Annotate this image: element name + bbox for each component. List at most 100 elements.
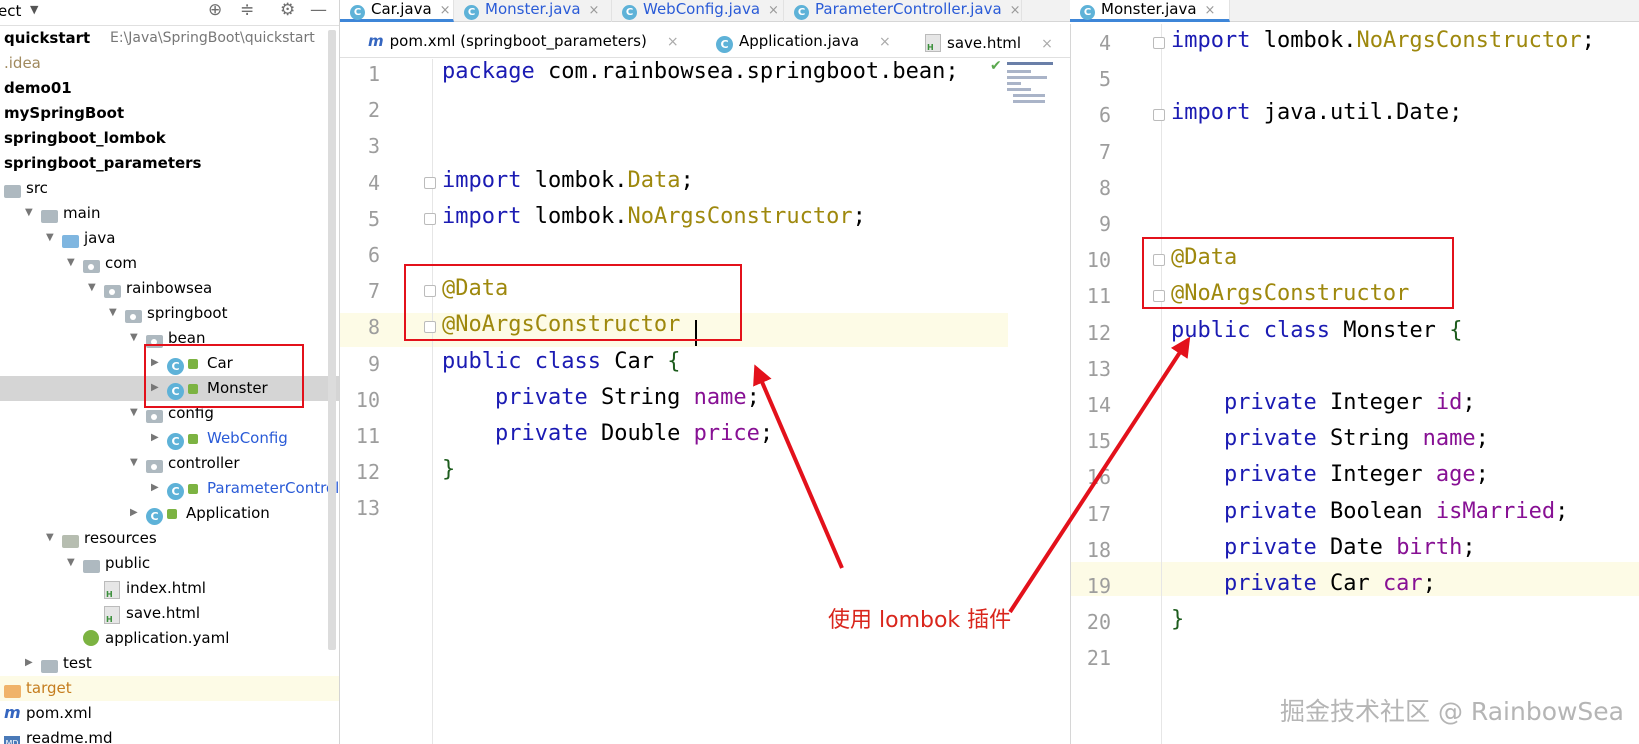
expand-arrow-icon[interactable]: ▼	[130, 401, 142, 425]
code-line[interactable]: private Integer id;	[1171, 390, 1476, 415]
tree-item-rainbowsea[interactable]: ▼ rainbowsea	[0, 276, 339, 301]
fold-marker-icon[interactable]	[1153, 37, 1165, 49]
fold-marker-icon[interactable]	[1153, 109, 1165, 122]
tree-scrollbar[interactable]	[328, 30, 336, 650]
editor-tab-bar-left: C Car.java × C Monster.java × C WebConfig.java ×…	[340, 0, 1070, 22]
close-icon[interactable]: ×	[1010, 3, 1021, 18]
tree-item-label: resources	[84, 529, 157, 547]
code-minimap[interactable]	[1007, 62, 1063, 108]
tree-item-target[interactable]: target	[0, 676, 339, 701]
tab-webconfig-java[interactable]: C WebConfig.java ×	[612, 0, 784, 22]
expand-arrow-icon[interactable]: ▼	[46, 226, 58, 250]
code-line[interactable]: }	[442, 457, 455, 482]
line-number: 7	[1098, 139, 1111, 164]
tree-item-src[interactable]: src	[0, 176, 339, 201]
tree-item-springboot-lombok[interactable]: springboot_lombok	[0, 126, 339, 151]
tree-item--idea[interactable]: .idea	[0, 51, 339, 76]
close-icon[interactable]: ×	[667, 34, 679, 50]
tree-item-test[interactable]: ▶ test	[0, 651, 339, 676]
collapse-arrow-icon[interactable]: ▶	[151, 476, 163, 500]
close-icon[interactable]: ×	[589, 3, 600, 18]
collapse-arrow-icon[interactable]: ▶	[151, 426, 163, 450]
minimize-icon[interactable]: —	[310, 0, 327, 20]
expand-arrow-icon[interactable]: ▼	[67, 551, 79, 575]
maven-icon: m	[4, 703, 21, 722]
crosshair-icon[interactable]: ⊕	[208, 0, 222, 20]
tree-item-demo01[interactable]: demo01	[0, 76, 339, 101]
tab-application-java[interactable]: C Application.java ×	[716, 32, 891, 53]
code-line[interactable]: private String name;	[1171, 426, 1489, 451]
expand-arrow-icon[interactable]: ▼	[88, 276, 100, 300]
close-icon[interactable]: ×	[768, 3, 779, 18]
tab-save-html[interactable]: Hsave.html ×	[925, 32, 1053, 52]
annotation-note: 使用 lombok 插件	[828, 608, 1012, 633]
tab-monster-java[interactable]: C Monster.java ×	[454, 0, 612, 22]
code-line[interactable]: public class Car {	[442, 349, 680, 374]
collapse-icon[interactable]: ≑	[240, 0, 254, 20]
tree-item-public[interactable]: ▼ public	[0, 551, 339, 576]
tree-item-label: springboot_lombok	[4, 129, 166, 147]
tree-item-pom-xml[interactable]: m pom.xml	[0, 701, 339, 726]
class-icon: C	[622, 5, 637, 20]
code-line[interactable]: package com.rainbowsea.springboot.bean;	[442, 59, 959, 84]
tree-item-springboot[interactable]: ▼ springboot	[0, 301, 339, 326]
class-icon: C	[167, 476, 198, 500]
tree-item-readme-md[interactable]: MD readme.md	[0, 726, 339, 744]
tab-label: WebConfig.java	[643, 0, 761, 18]
code-line[interactable]: private Date birth;	[1171, 535, 1476, 560]
editor-monster-java[interactable]: 4 import lombok.NoArgsConstructor; 5 6 impor…	[1070, 24, 1639, 744]
tree-item-save-html[interactable]: Hsave.html	[0, 601, 339, 626]
tree-item-parametercontrolle[interactable]: ▶ C ParameterControlle	[0, 476, 339, 501]
tree-item-index-html[interactable]: Hindex.html	[0, 576, 339, 601]
collapse-arrow-icon[interactable]: ▶	[25, 651, 37, 675]
collapse-arrow-icon[interactable]: ▶	[130, 501, 142, 525]
gear-icon[interactable]: ⚙	[280, 0, 295, 20]
tree-item-java[interactable]: ▼ java	[0, 226, 339, 251]
project-view-title[interactable]: ect	[0, 2, 21, 20]
close-icon[interactable]: ×	[440, 3, 451, 18]
chevron-down-icon[interactable]: ▼	[30, 3, 38, 16]
editor-car-java[interactable]: 1 package com.rainbowsea.springboot.bean;…	[340, 59, 1070, 744]
tree-item-main[interactable]: ▼ main	[0, 201, 339, 226]
expand-arrow-icon[interactable]: ▼	[67, 251, 79, 275]
tree-item-quickstart[interactable]: quickstart E:\Java\SpringBoot\quickstart	[0, 26, 339, 51]
expand-arrow-icon[interactable]: ▼	[130, 326, 142, 350]
code-line[interactable]: private String name;	[442, 385, 760, 410]
code-line[interactable]: import lombok.NoArgsConstructor;	[1171, 28, 1595, 53]
fold-marker-icon[interactable]	[424, 176, 436, 189]
tree-item-myspringboot[interactable]: mySpringBoot	[0, 101, 339, 126]
close-icon[interactable]: ×	[1205, 3, 1216, 18]
tree-item-resources[interactable]: ▼ resources	[0, 526, 339, 551]
line-number: 19	[1086, 574, 1111, 598]
close-icon[interactable]: ×	[879, 34, 891, 50]
tab-parametercontroller-java[interactable]: C ParameterController.java ×	[784, 0, 1022, 22]
tree-item-controller[interactable]: ▼ controller	[0, 451, 339, 476]
tree-item-application[interactable]: ▶ C Application	[0, 501, 339, 526]
code-line[interactable]: private Boolean isMarried;	[1171, 499, 1568, 524]
tree-item-label: Application	[186, 504, 270, 522]
tree-item-com[interactable]: ▼ com	[0, 251, 339, 276]
code-line[interactable]: }	[1171, 607, 1184, 632]
code-line[interactable]: import lombok.NoArgsConstructor;	[442, 204, 866, 229]
close-icon[interactable]: ×	[1041, 36, 1053, 52]
tab-label: Application.java	[739, 32, 860, 50]
tree-item-webconfig[interactable]: ▶ C WebConfig	[0, 426, 339, 451]
expand-arrow-icon[interactable]: ▼	[109, 301, 121, 325]
code-line[interactable]: import lombok.Data;	[442, 168, 694, 193]
tree-item-application-yaml[interactable]: application.yaml	[0, 626, 339, 651]
code-line[interactable]: private Integer age;	[1171, 462, 1489, 487]
tab-monster-java-right[interactable]: C Monster.java ×	[1070, 0, 1230, 22]
tree-item-springboot-parameters[interactable]: springboot_parameters	[0, 151, 339, 176]
fold-marker-icon[interactable]	[424, 212, 436, 225]
expand-arrow-icon[interactable]: ▼	[130, 451, 142, 475]
code-line[interactable]: private Car car;	[1171, 571, 1436, 596]
code-line[interactable]: public class Monster {	[1171, 318, 1462, 343]
line-number: 12	[1086, 320, 1111, 345]
tree-item-label: java	[84, 229, 116, 247]
code-line[interactable]: import java.util.Date;	[1171, 100, 1462, 125]
expand-arrow-icon[interactable]: ▼	[46, 526, 58, 550]
expand-arrow-icon[interactable]: ▼	[25, 201, 37, 225]
code-line[interactable]: private Double price;	[442, 421, 773, 446]
tab-pom-xml-springboot-parameters-[interactable]: m pom.xml (springboot_parameters) ×	[368, 32, 679, 50]
tab-car-java[interactable]: C Car.java ×	[340, 0, 454, 22]
